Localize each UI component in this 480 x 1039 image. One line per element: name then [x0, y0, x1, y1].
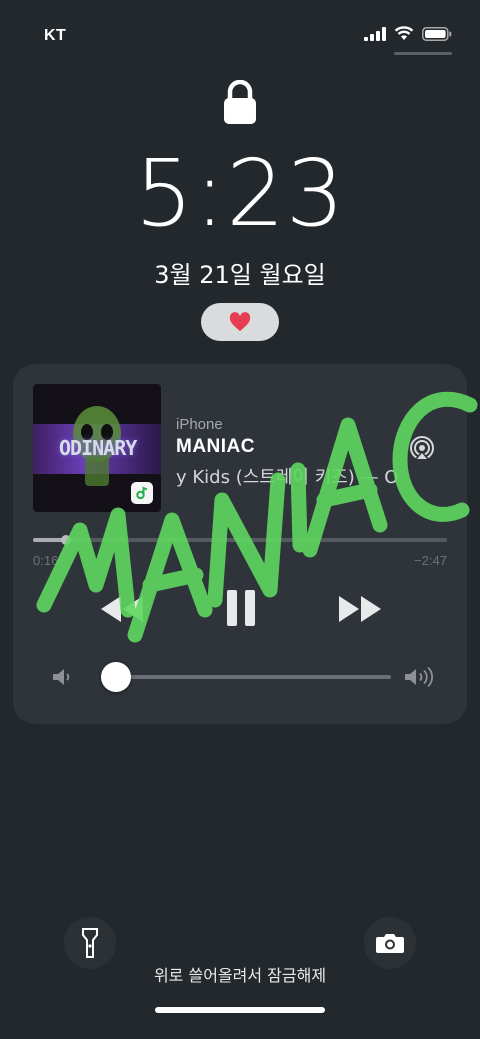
- elapsed-time: 0:16: [33, 553, 59, 568]
- lock-icon: [224, 80, 256, 124]
- lock-time: 5:23: [134, 140, 346, 247]
- music-app-icon: [136, 486, 148, 500]
- home-indicator[interactable]: [155, 1007, 325, 1013]
- volume-high-icon: [405, 666, 434, 688]
- music-app-badge: [131, 482, 153, 504]
- status-indicator-line: [394, 52, 452, 55]
- airplay-icon[interactable]: [409, 435, 435, 461]
- song-artist: y Kids (스트레이 키즈) — O: [176, 467, 399, 488]
- heart-widget-button[interactable]: [201, 303, 279, 341]
- wifi-icon: [394, 26, 414, 40]
- camera-icon: [376, 934, 404, 953]
- next-button[interactable]: [335, 592, 385, 626]
- carrier-label: KT: [44, 27, 67, 44]
- pause-icon: [227, 590, 255, 626]
- status-icons: [364, 26, 452, 41]
- progress-scrubber[interactable]: [33, 535, 447, 545]
- lock-date: 3월 21일 월요일: [154, 261, 326, 289]
- battery-icon: [422, 26, 452, 41]
- unlock-hint: 위로 쓸어올려서 잠금해제: [153, 966, 327, 985]
- remaining-time: −2:47: [414, 553, 447, 568]
- next-icon: [339, 596, 381, 622]
- signal-icon: [364, 26, 386, 41]
- album-art-title: ODINARY: [59, 436, 137, 460]
- playback-source: iPhone: [176, 416, 223, 433]
- song-title: MANIAC: [176, 436, 255, 457]
- heart-icon: [229, 312, 251, 332]
- previous-button[interactable]: [97, 592, 147, 626]
- previous-icon: [101, 596, 143, 622]
- volume-knob[interactable]: [100, 662, 131, 692]
- volume-low-icon: [53, 669, 70, 685]
- now-playing-card: ODINARY iPhone MANIAC y Kids (스트레이 키즈) —…: [13, 364, 467, 724]
- album-art[interactable]: ODINARY: [33, 384, 161, 512]
- flashlight-icon: [82, 928, 98, 958]
- pause-button[interactable]: [221, 588, 261, 628]
- volume-slider[interactable]: [100, 662, 391, 692]
